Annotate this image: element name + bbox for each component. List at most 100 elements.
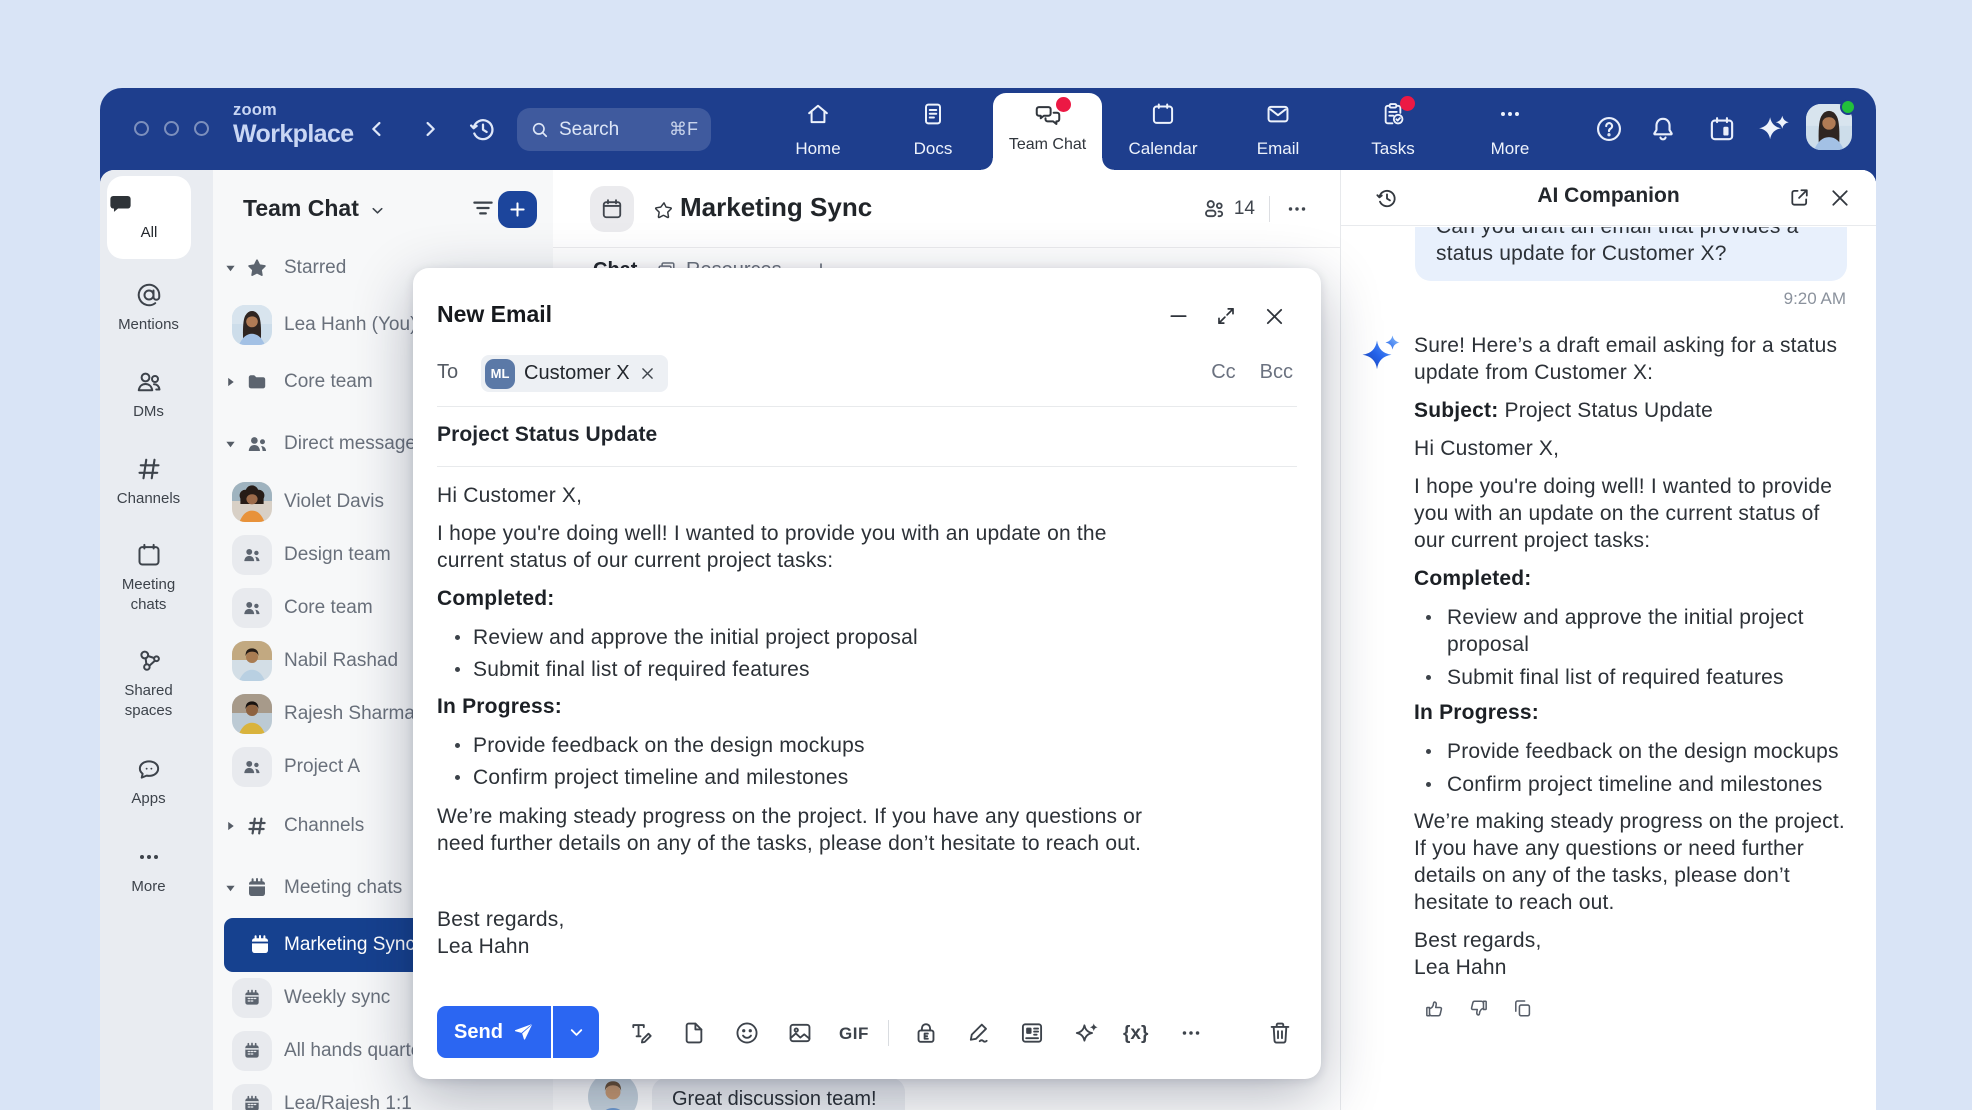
subject-field[interactable]: Project Status Update [437, 423, 657, 447]
chevron-expanded-icon[interactable] [225, 883, 236, 894]
rail-more-icon [100, 842, 197, 872]
nav-more[interactable]: More [1462, 100, 1558, 159]
ai-close-icon[interactable] [1827, 185, 1853, 211]
sidebar-item-label: Direct messages [284, 433, 426, 455]
rail-item-all[interactable]: All [107, 176, 191, 259]
nav-label: Tasks [1345, 139, 1441, 159]
bold-heading: Completed: [1414, 565, 1848, 592]
search-input[interactable]: Search ⌘F [517, 108, 711, 151]
sidebar-title-text: Team Chat [243, 195, 359, 222]
rail-item-meeting-chats[interactable]: Meetingchats [100, 540, 197, 616]
nav-home[interactable]: Home [770, 100, 866, 159]
help-icon[interactable] [1591, 111, 1627, 147]
insert-image-icon[interactable] [786, 1019, 814, 1047]
send-button[interactable]: Send [437, 1006, 551, 1058]
cc-bcc: Cc Bcc [1211, 361, 1293, 384]
rail-item-dms[interactable]: DMs [100, 367, 197, 422]
chevron-expanded-icon[interactable] [225, 439, 236, 450]
new-chat-button[interactable] [498, 191, 537, 228]
minimize-icon[interactable] [1167, 304, 1190, 327]
chevron-collapsed-icon[interactable] [225, 377, 236, 388]
text-line: Lea Hahn [1414, 954, 1848, 981]
copy-icon[interactable] [1511, 997, 1534, 1020]
history-icon[interactable] [467, 113, 499, 145]
rail-item-label: Channels [100, 489, 197, 509]
filter-icon[interactable] [467, 193, 499, 223]
open-in-new-icon[interactable] [1787, 185, 1812, 210]
bcc-button[interactable]: Bcc [1260, 361, 1293, 384]
nav-docs[interactable]: Docs [885, 100, 981, 159]
email-body[interactable]: Hi Customer X, I hope you're doing well!… [437, 482, 1297, 971]
emoji-icon[interactable] [733, 1019, 761, 1047]
bold-heading: Completed: [437, 585, 1297, 612]
encrypt-lock-icon[interactable] [912, 1019, 940, 1047]
message-text: Great discussion team! [672, 1088, 877, 1110]
text-line: Review and approve the initial project p… [473, 624, 918, 651]
recipient-name: Customer X [524, 362, 630, 385]
cc-button[interactable]: Cc [1211, 361, 1235, 384]
rail-item-shared-spaces[interactable]: Sharedspaces [100, 646, 197, 722]
nav-team-chat[interactable]: Team Chat [993, 93, 1102, 170]
forward-arrow-icon[interactable] [416, 115, 444, 143]
traffic-light-close[interactable] [134, 121, 149, 136]
nav-label: Calendar [1115, 139, 1211, 159]
modal-close-icon[interactable] [1262, 304, 1287, 329]
schedule-calendar-icon[interactable] [1704, 111, 1740, 147]
chat-message-bubble: Great discussion team! [652, 1078, 905, 1110]
spacer [437, 868, 1297, 906]
template-icon[interactable] [1018, 1019, 1046, 1047]
rail-item-label-line: chats [131, 596, 167, 613]
variables-icon[interactable]: {x} [1123, 1023, 1148, 1045]
members-icon[interactable]: 14 [1201, 196, 1255, 222]
text-line: our current project tasks: [1414, 527, 1848, 554]
remove-recipient-icon[interactable] [639, 365, 656, 382]
chevron-collapsed-icon[interactable] [225, 821, 236, 832]
ai-companion-sparkle-icon[interactable] [1756, 111, 1792, 147]
expand-icon[interactable] [1214, 304, 1238, 328]
user-message-bubble: Can you draft an email that provides a s… [1415, 227, 1847, 281]
back-arrow-icon[interactable] [363, 115, 391, 143]
channels-hash-icon [100, 454, 197, 484]
text-line: Confirm project timeline and milestones [1447, 771, 1822, 798]
format-text-icon[interactable] [627, 1019, 655, 1047]
channel-more-icon[interactable] [1284, 196, 1310, 222]
nav-tasks[interactable]: Tasks [1345, 100, 1441, 159]
message-timestamp: 9:20 AM [1341, 289, 1846, 309]
signature-icon[interactable] [965, 1019, 993, 1047]
gif-icon[interactable]: GIF [839, 1024, 869, 1044]
nav-email[interactable]: Email [1230, 100, 1326, 159]
paragraph: Sure! Here’s a draft email asking for a … [1414, 332, 1848, 386]
sidebar-title[interactable]: Team Chat [243, 195, 386, 222]
traffic-light-minimize[interactable] [164, 121, 179, 136]
discard-trash-icon[interactable] [1266, 1019, 1294, 1047]
paragraph: I hope you're doing well! I wanted to pr… [1414, 473, 1848, 554]
bullet-item: Review and approve the initial project p… [437, 624, 1297, 651]
thumbs-up-icon[interactable] [1423, 997, 1446, 1020]
sidebar-item-lea-rajesh[interactable]: Lea/Rajesh 1:1 [213, 1082, 553, 1110]
ai-conversation: Can you draft an email that provides a s… [1341, 227, 1876, 1110]
rail-item-more[interactable]: More [100, 842, 197, 897]
recipient-chip[interactable]: ML Customer X [481, 355, 668, 392]
sidebar-item-label: Project A [284, 756, 360, 778]
text-line: you with an update on the current status… [1414, 500, 1848, 527]
notifications-bell-icon[interactable] [1645, 111, 1681, 147]
thumbs-down-icon[interactable] [1467, 997, 1490, 1020]
traffic-light-zoom[interactable] [194, 121, 209, 136]
paragraph: We’re making steady progress on the proj… [437, 803, 1297, 857]
rail-item-mentions[interactable]: Mentions [100, 280, 197, 335]
nav-calendar[interactable]: Calendar [1115, 100, 1211, 159]
paragraph: Hi Customer X, [1414, 435, 1848, 462]
rail-item-channels[interactable]: Channels [100, 454, 197, 509]
paragraph: I hope you're doing well! I wanted to pr… [437, 520, 1297, 574]
chevron-expanded-icon[interactable] [225, 263, 236, 274]
attach-file-icon[interactable] [680, 1019, 708, 1047]
toolbar-more-icon[interactable] [1177, 1019, 1205, 1047]
rail-item-apps[interactable]: Apps [100, 754, 197, 809]
meeting-avatar-icon [232, 1031, 272, 1071]
recipient-row: To ML Customer X Cc Bcc [437, 355, 1297, 392]
text-line: status update for Customer X? [1436, 240, 1826, 267]
ai-compose-icon[interactable] [1073, 1019, 1101, 1047]
send-options-button[interactable] [553, 1006, 599, 1058]
rail-item-label-line: Shared [124, 682, 172, 699]
favorite-star-icon[interactable] [653, 199, 675, 221]
